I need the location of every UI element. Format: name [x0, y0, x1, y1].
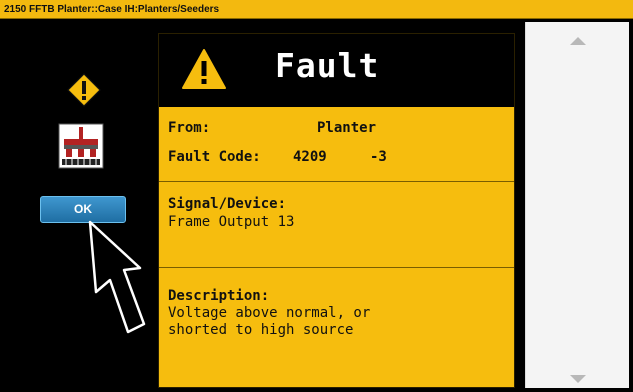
signal-device-value: Frame Output 13	[168, 214, 295, 230]
planter-icon	[58, 123, 104, 169]
scroll-up-arrow-icon[interactable]	[566, 34, 590, 48]
fault-panel: Fault From: Planter Fault Code: 4209 -3 …	[158, 33, 515, 388]
left-panel: OK	[10, 22, 158, 388]
description-line-1: Voltage above normal, or	[168, 305, 371, 321]
fault-header: Fault	[159, 34, 514, 107]
warning-diamond-icon	[67, 73, 101, 107]
description-label: Description:	[168, 288, 270, 304]
fault-code-label: Fault Code:	[168, 149, 261, 165]
fault-code-suffix: -3	[370, 149, 387, 165]
fault-source-section: From: Planter Fault Code: 4209 -3	[159, 107, 514, 182]
signal-device-label: Signal/Device:	[168, 196, 287, 212]
description-section: Description: Voltage above normal, or sh…	[159, 268, 514, 388]
fault-title: Fault	[275, 46, 380, 85]
scroll-down-arrow-icon[interactable]	[566, 372, 590, 386]
scroll-area[interactable]	[525, 22, 629, 388]
window-title: 2150 FFTB Planter::Case IH:Planters/Seed…	[4, 4, 220, 15]
description-line-2: shorted to high source	[168, 322, 354, 338]
ok-button[interactable]: OK	[40, 196, 126, 223]
from-value: Planter	[317, 120, 377, 136]
warning-triangle-icon	[182, 49, 226, 89]
fault-code-value: 4209	[293, 149, 327, 165]
pointer-hand-icon	[88, 220, 146, 334]
signal-device-section: Signal/Device: Frame Output 13	[159, 182, 514, 268]
from-label: From:	[168, 120, 211, 136]
screen: 2150 FFTB Planter::Case IH:Planters/Seed…	[0, 0, 633, 392]
window-title-bar: 2150 FFTB Planter::Case IH:Planters/Seed…	[0, 0, 633, 19]
